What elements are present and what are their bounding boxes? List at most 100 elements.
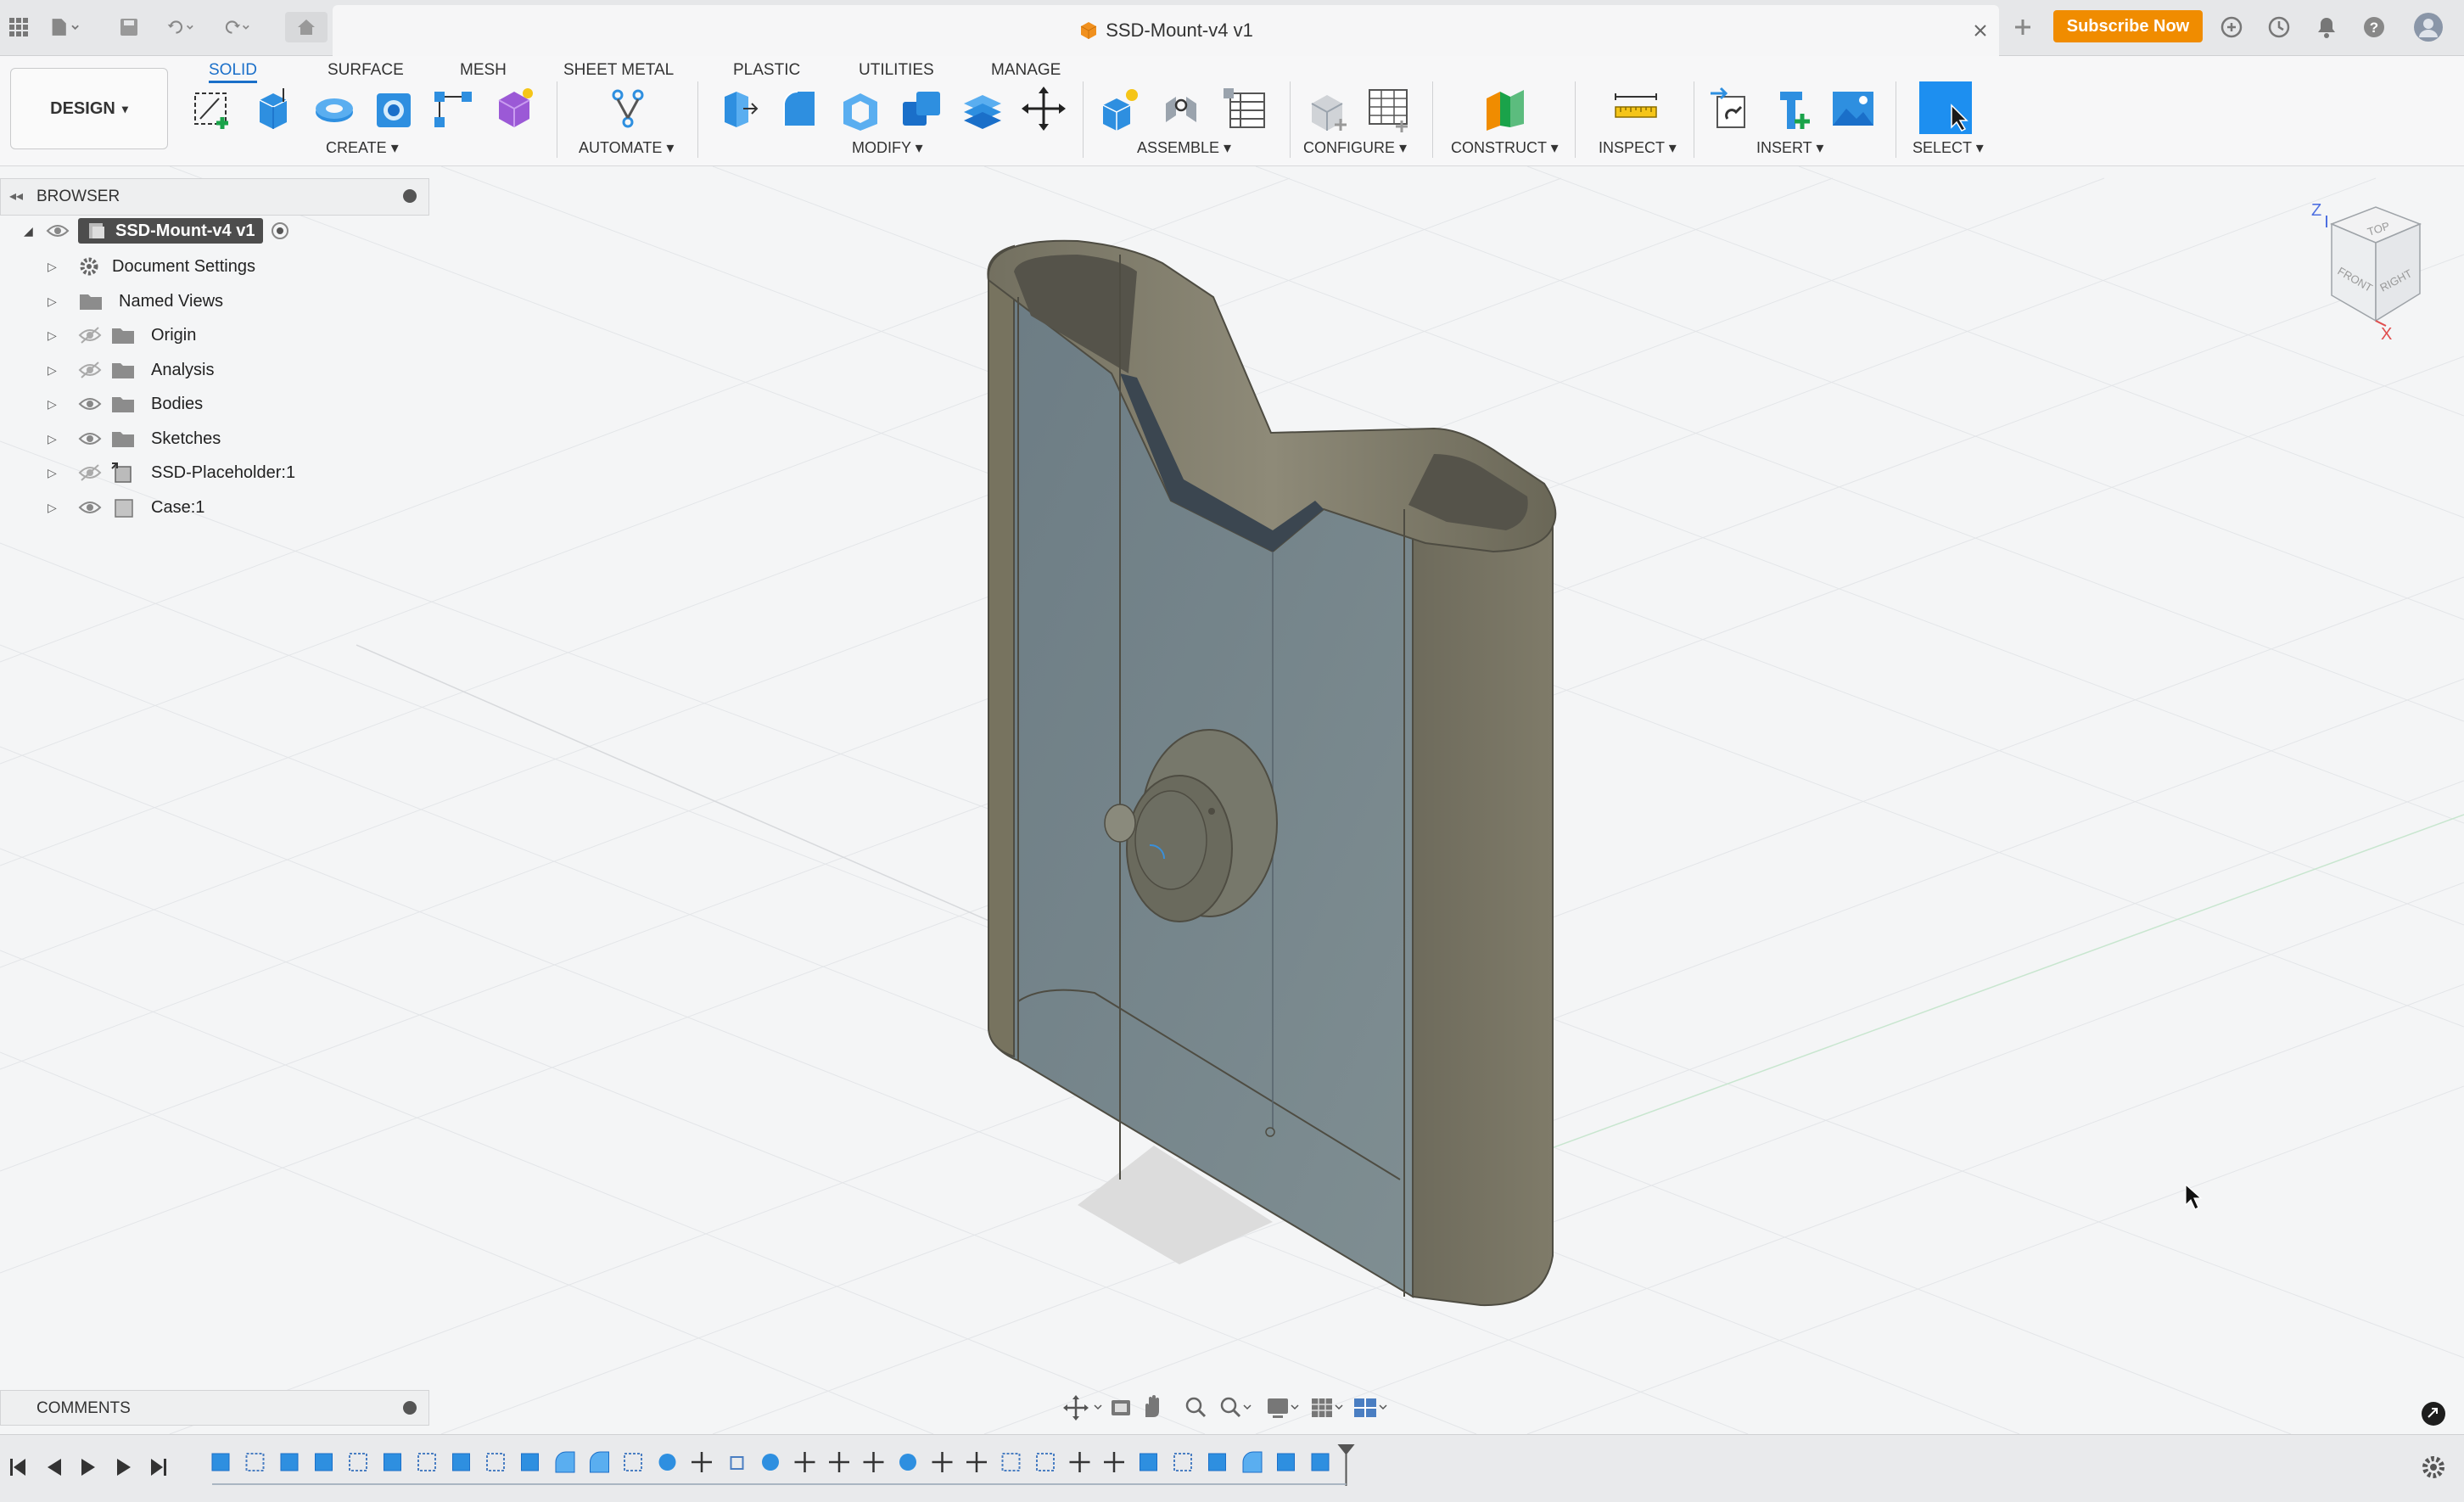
apps-grid-icon[interactable] [3, 12, 34, 42]
timeline-feature-sphere-icon[interactable] [762, 1454, 779, 1471]
create-sketch-icon[interactable] [188, 85, 236, 132]
timeline-feature-solid-icon[interactable] [1311, 1453, 1330, 1471]
create-form-icon[interactable] [490, 85, 538, 132]
timeline-feature-solid-icon[interactable] [1208, 1453, 1226, 1471]
expand-triangle-icon[interactable]: ▷ [48, 294, 78, 309]
display-settings-icon[interactable] [1268, 1398, 1299, 1418]
timeline-feature-solid-icon[interactable] [280, 1453, 299, 1471]
timeline-settings-gear-icon[interactable] [2420, 1454, 2447, 1481]
timeline-features[interactable] [200, 1435, 1388, 1502]
group-insert[interactable]: INSERT ▾ [1756, 139, 1823, 157]
pan-hand-icon[interactable] [1145, 1395, 1159, 1417]
visibility-eye-hidden-icon[interactable] [78, 326, 102, 345]
ssd-mount-model[interactable] [987, 239, 1557, 1307]
browser-item-case[interactable]: ▷ Case:1 [48, 492, 204, 523]
notifications-bell-icon[interactable] [2311, 12, 2342, 42]
expand-triangle-icon[interactable]: ▷ [48, 466, 78, 480]
configure-icon[interactable] [1303, 85, 1351, 132]
browser-item-origin[interactable]: ▷ Origin [48, 320, 196, 350]
collapse-triangle-icon[interactable]: ◢ [24, 224, 46, 238]
save-icon[interactable] [114, 12, 144, 42]
pattern-icon[interactable] [429, 85, 477, 132]
extensions-icon[interactable] [2216, 12, 2247, 42]
timeline-feature-move-icon[interactable] [794, 1452, 815, 1472]
construct-plane-icon[interactable] [1481, 85, 1529, 132]
timeline-feature-fillet-icon[interactable] [590, 1451, 609, 1473]
bill-of-materials-icon[interactable] [1220, 85, 1268, 132]
timeline-feature-sketch-icon[interactable] [245, 1453, 265, 1471]
visibility-eye-hidden-icon[interactable] [78, 361, 102, 379]
timeline-feature-move-icon[interactable] [1104, 1452, 1124, 1472]
zoom-icon[interactable] [1185, 1397, 1207, 1418]
group-automate[interactable]: AUTOMATE ▾ [579, 139, 674, 157]
group-select[interactable]: SELECT ▾ [1912, 139, 1984, 157]
timeline-feature-sketch-icon[interactable] [624, 1453, 642, 1471]
redo-icon[interactable] [222, 12, 253, 42]
visibility-eye-icon[interactable] [78, 395, 102, 413]
automate-icon[interactable] [604, 85, 652, 132]
timeline-feature-move-icon[interactable] [932, 1452, 953, 1472]
subscribe-button[interactable]: Subscribe Now [2053, 10, 2203, 42]
browser-item-ssd-placeholder[interactable]: ▷ SSD-Placeholder:1 [48, 457, 295, 488]
tab-manage[interactable]: MANAGE [991, 58, 1061, 83]
timeline-feature-sketch-icon[interactable] [417, 1453, 436, 1471]
timeline-feature-solid-icon[interactable] [521, 1453, 539, 1471]
timeline-feature-move-icon[interactable] [1069, 1452, 1090, 1472]
browser-item-analysis[interactable]: ▷ Analysis [48, 355, 214, 385]
group-construct[interactable]: CONSTRUCT ▾ [1451, 139, 1559, 157]
timeline-feature-fillet-icon[interactable] [1242, 1451, 1263, 1473]
group-modify[interactable]: MODIFY ▾ [852, 139, 923, 157]
new-component-icon[interactable] [1096, 85, 1144, 132]
timeline-feature-move-icon[interactable] [829, 1452, 849, 1472]
tab-mesh[interactable]: MESH [460, 58, 507, 83]
insert-mcmaster-icon[interactable] [1768, 85, 1816, 132]
timeline-feature-sketch-icon[interactable] [1036, 1453, 1055, 1471]
press-pull-icon[interactable] [714, 85, 762, 132]
document-tab[interactable]: SSD-Mount-v4 v1 [333, 5, 1999, 56]
help-icon[interactable]: ? [2359, 12, 2389, 42]
timeline-feature-solid-icon[interactable] [211, 1453, 230, 1471]
browser-item-bodies[interactable]: ▷ Bodies [48, 389, 203, 419]
timeline-feature-sketch-icon[interactable] [486, 1453, 505, 1471]
timeline-feature-solid-icon[interactable] [1277, 1453, 1295, 1471]
visibility-eye-icon[interactable] [78, 429, 102, 448]
expand-triangle-icon[interactable]: ▷ [48, 501, 78, 515]
combine-icon[interactable] [898, 85, 945, 132]
timeline-feature-move-icon[interactable] [863, 1452, 884, 1472]
timeline-marker[interactable] [1337, 1444, 1355, 1486]
orbit-icon[interactable] [1063, 1395, 1102, 1421]
close-tab-icon[interactable] [1972, 22, 1989, 39]
job-status-icon[interactable] [2264, 12, 2294, 42]
undo-icon[interactable] [166, 12, 197, 42]
comments-panel-header[interactable]: COMMENTS [0, 1390, 429, 1426]
browser-pin-icon[interactable] [403, 189, 417, 203]
timeline-feature-solid-icon[interactable] [1140, 1453, 1157, 1471]
timeline-feature-constraint-icon[interactable] [730, 1456, 744, 1470]
measure-icon[interactable] [1612, 85, 1660, 132]
timeline-feature-sphere-icon[interactable] [899, 1454, 916, 1471]
look-at-icon[interactable] [1112, 1400, 1130, 1415]
tab-utilities[interactable]: UTILITIES [859, 58, 934, 83]
shell-icon[interactable] [837, 85, 884, 132]
group-inspect[interactable]: INSPECT ▾ [1599, 139, 1677, 157]
revolve-icon[interactable] [311, 85, 358, 132]
timeline-feature-sketch-icon[interactable] [349, 1453, 367, 1471]
timeline-feature-fillet-icon[interactable] [555, 1451, 575, 1473]
group-configure[interactable]: CONFIGURE ▾ [1303, 139, 1407, 157]
new-tab-icon[interactable] [2008, 12, 2038, 42]
browser-item-sketches[interactable]: ▷ Sketches [48, 423, 221, 454]
insert-canvas-icon[interactable] [1829, 85, 1877, 132]
first-step-icon[interactable] [10, 1459, 25, 1476]
grid-settings-icon[interactable] [1312, 1398, 1343, 1417]
collapse-browser-icon[interactable]: ◂◂ [9, 188, 23, 205]
viewports-icon[interactable] [1354, 1398, 1387, 1417]
shortcut-icon[interactable] [2422, 1402, 2445, 1426]
tab-sheet-metal[interactable]: SHEET METAL [563, 58, 674, 83]
timeline-feature-solid-icon[interactable] [315, 1453, 333, 1471]
timeline-feature-move-icon[interactable] [966, 1452, 987, 1472]
expand-triangle-icon[interactable]: ▷ [48, 260, 78, 274]
visibility-eye-icon[interactable] [46, 221, 70, 240]
expand-triangle-icon[interactable]: ▷ [48, 363, 78, 378]
fillet-icon[interactable] [776, 85, 823, 132]
group-create[interactable]: CREATE ▾ [326, 139, 399, 157]
